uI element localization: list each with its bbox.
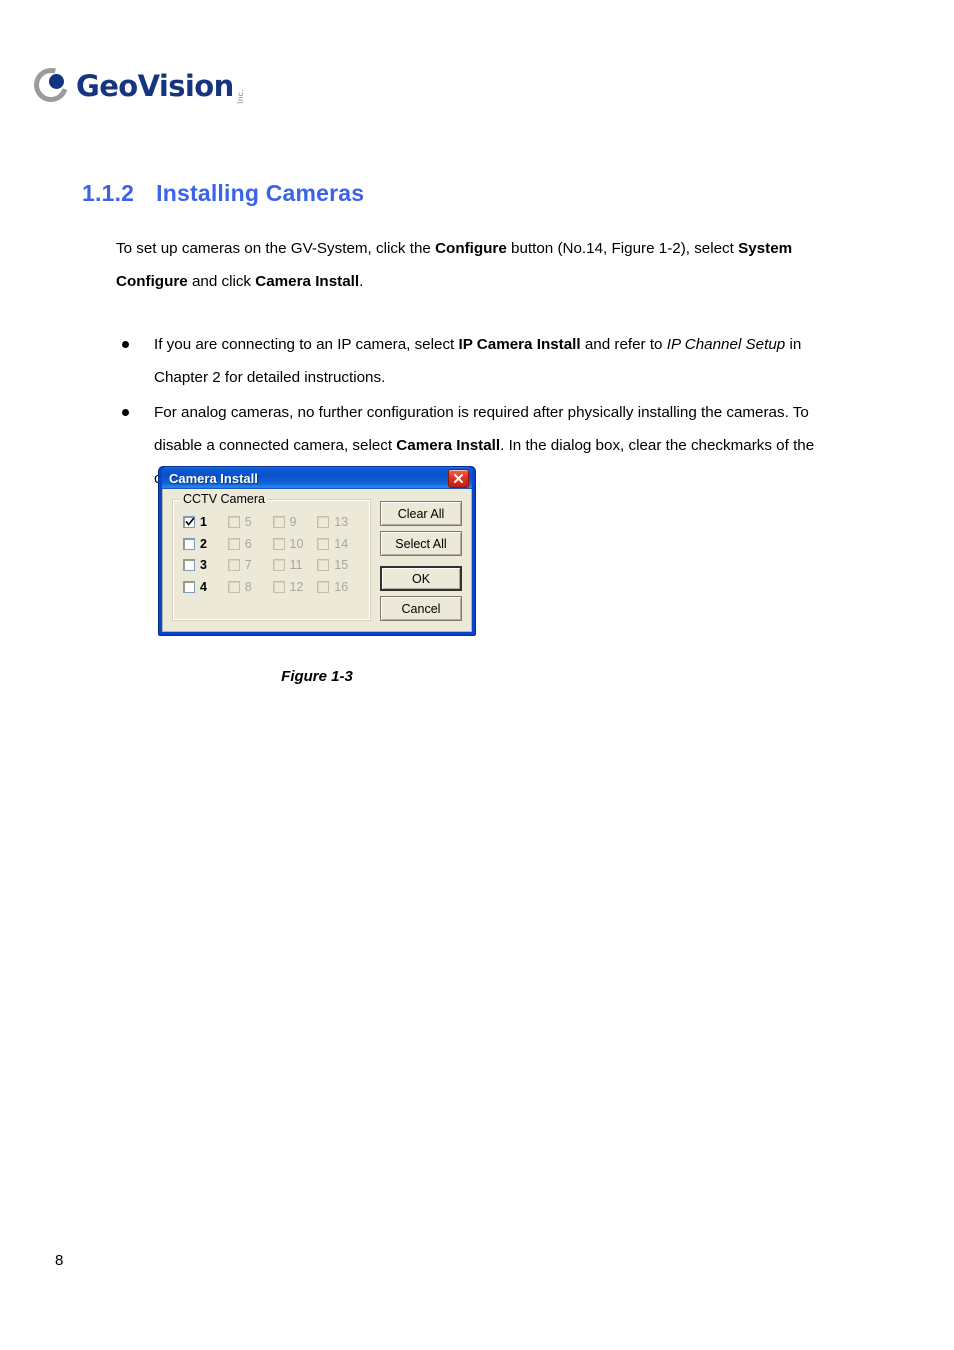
checkbox-box-icon: [317, 516, 330, 529]
camera-install-dialog-figure: Camera Install CCTV Camera 1 5 9 13 2 6 …: [158, 466, 476, 636]
camera-install-dialog: Camera Install CCTV Camera 1 5 9 13 2 6 …: [158, 466, 476, 636]
checkbox-label: 8: [244, 579, 252, 594]
select-all-button[interactable]: Select All: [380, 531, 462, 556]
checkbox-label: 6: [244, 536, 252, 551]
camera-checkbox-11: 11: [272, 558, 318, 572]
camera-checkbox-grid: 1 5 9 13 2 6 10 14 3 7 11 15 4 8 12 16: [183, 516, 362, 593]
cctv-camera-legend: CCTV Camera: [180, 492, 268, 506]
checkbox-box-icon: [317, 537, 330, 550]
checkbox-box-icon: [227, 559, 240, 572]
cancel-button[interactable]: Cancel: [380, 596, 462, 621]
camera-checkbox-3[interactable]: 3: [183, 559, 228, 572]
close-icon[interactable]: [448, 468, 469, 488]
checkbox-box-icon: [183, 559, 195, 572]
section-title: Installing Cameras: [156, 180, 365, 206]
geovision-c-arc-icon: [28, 62, 74, 108]
intro-text-c: button (No.14, Figure 1-2), select: [506, 240, 739, 257]
checkbox-box-icon: [272, 559, 285, 572]
checkbox-label: 7: [244, 558, 252, 572]
intro-text-a: To set up cameras on the GV-System, clic…: [116, 240, 436, 257]
dialog-titlebar: Camera Install: [162, 467, 472, 489]
ok-button[interactable]: OK: [380, 566, 462, 591]
checkbox-box-icon: [272, 516, 285, 529]
cctv-camera-groupbox: CCTV Camera 1 5 9 13 2 6 10 14 3 7 11 15…: [172, 492, 371, 621]
brand-suffix: Inc.: [235, 89, 245, 104]
brand-name: GeoVision: [76, 68, 234, 103]
bullet1-text-a: If you are connecting to an IP camera, s…: [154, 336, 459, 353]
geovision-logo: GeoVision Inc.: [28, 62, 245, 110]
checkbox-box-icon: [227, 516, 240, 529]
camera-checkbox-7: 7: [227, 558, 273, 572]
checkbox-label: 3: [200, 558, 207, 572]
checkbox-box-icon: [183, 516, 195, 529]
camera-checkbox-14: 14: [317, 536, 362, 551]
checkbox-label: 14: [334, 536, 349, 551]
checkbox-box-icon: [227, 537, 240, 550]
camera-checkbox-13: 13: [317, 516, 362, 529]
page-title: 1.1.2 Installing Cameras: [82, 180, 364, 207]
intro-text-g: .: [359, 273, 364, 290]
bullet-dot-icon: [122, 341, 129, 348]
intro-paragraph: To set up cameras on the GV-System, clic…: [116, 232, 846, 298]
bullet1-bold-ip-camera-install: IP Camera Install: [458, 336, 581, 353]
camera-checkbox-9: 9: [272, 515, 318, 529]
bullet2-bold-camera-install: Camera Install: [396, 437, 501, 454]
checkbox-box-icon: [183, 580, 195, 593]
document-body: To set up cameras on the GV-System, clic…: [116, 232, 846, 497]
dialog-button-column: Clear All Select All OK Cancel: [380, 499, 462, 621]
checkbox-label: 4: [200, 579, 207, 594]
checkbox-box-icon: [183, 537, 195, 550]
dialog-title: Camera Install: [169, 470, 258, 486]
section-number: 1.1.2: [82, 180, 135, 206]
list-item: If you are connecting to an IP camera, s…: [116, 328, 846, 394]
camera-checkbox-16: 16: [317, 579, 362, 594]
bullet-dot-icon: [122, 409, 129, 416]
checkbox-label: 16: [334, 579, 349, 594]
clear-all-button[interactable]: Clear All: [380, 501, 462, 526]
camera-checkbox-4[interactable]: 4: [183, 579, 228, 594]
camera-checkbox-5: 5: [227, 515, 273, 529]
dialog-client-area: CCTV Camera 1 5 9 13 2 6 10 14 3 7 11 15…: [162, 489, 472, 632]
checkbox-label: 9: [289, 515, 297, 529]
checkbox-label: 2: [200, 536, 207, 551]
checkbox-label: 15: [334, 558, 349, 572]
checkbox-label: 13: [334, 515, 349, 529]
camera-checkbox-8: 8: [227, 579, 273, 594]
bullet1-text-c: and refer to: [580, 336, 667, 353]
checkbox-box-icon: [227, 580, 240, 593]
camera-checkbox-6: 6: [227, 536, 273, 551]
intro-bold-configure: Configure: [435, 240, 507, 257]
checkbox-box-icon: [317, 580, 330, 593]
checkbox-label: 10: [289, 536, 304, 551]
camera-checkbox-12: 12: [272, 579, 318, 594]
camera-checkbox-1[interactable]: 1: [183, 516, 228, 529]
camera-checkbox-15: 15: [317, 559, 362, 572]
checkbox-box-icon: [317, 559, 330, 572]
figure-caption: Figure 1-3: [281, 668, 353, 685]
page-number: 8: [55, 1252, 64, 1269]
camera-checkbox-10: 10: [272, 536, 318, 551]
checkbox-label: 1: [200, 515, 207, 529]
checkbox-label: 12: [289, 579, 304, 594]
checkbox-label: 11: [289, 558, 303, 572]
bullet1-italic-ip-channel-setup: IP Channel Setup: [666, 336, 786, 353]
checkbox-box-icon: [272, 537, 285, 550]
checkbox-label: 5: [244, 515, 252, 529]
intro-text-e: and click: [187, 273, 256, 290]
checkmark-icon: [185, 517, 195, 527]
checkbox-box-icon: [272, 580, 285, 593]
camera-checkbox-2[interactable]: 2: [183, 536, 228, 551]
intro-bold-camera-install: Camera Install: [255, 273, 360, 290]
